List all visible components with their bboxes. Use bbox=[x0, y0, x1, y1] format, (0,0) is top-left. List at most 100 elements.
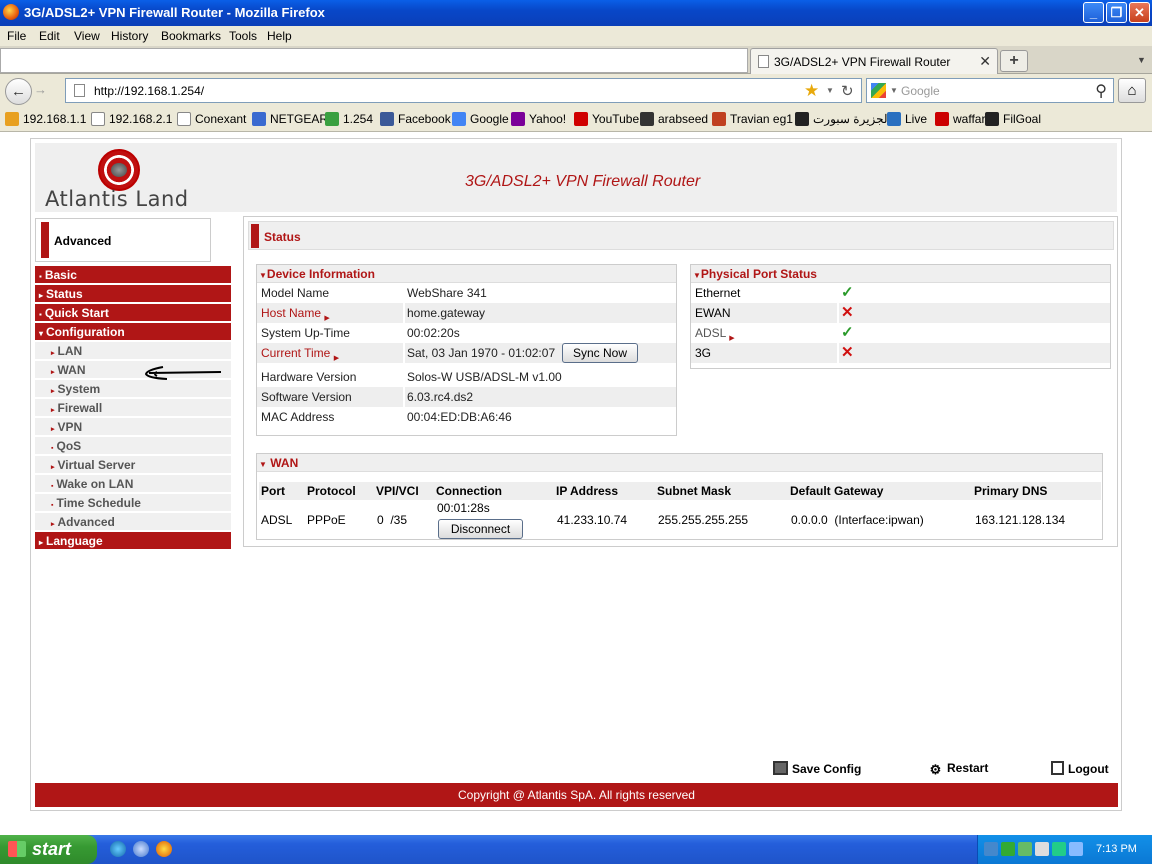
start-label[interactable]: start bbox=[32, 839, 71, 859]
bookmark-label[interactable]: 1.254 bbox=[343, 112, 373, 126]
start-button[interactable]: start bbox=[0, 835, 97, 864]
reload-icon[interactable]: ↻ bbox=[841, 82, 854, 100]
search-icon[interactable]: ⚲ bbox=[1095, 81, 1107, 101]
restart-label[interactable]: Restart bbox=[947, 761, 988, 775]
minimize-button[interactable]: _ bbox=[1083, 2, 1104, 23]
bookmark-label[interactable]: YouTube bbox=[592, 112, 639, 126]
forward-button[interactable]: → bbox=[34, 82, 47, 97]
bookmark-label[interactable]: Travian eg1 bbox=[730, 112, 793, 126]
bookmark-item[interactable]: waffar bbox=[935, 112, 985, 126]
sidebar-item-label[interactable]: Status bbox=[46, 287, 83, 301]
device-info-heading[interactable]: ▼Device Information bbox=[257, 265, 676, 283]
wan-heading[interactable]: ▼ WAN bbox=[257, 454, 1102, 472]
tray-icon[interactable] bbox=[1052, 842, 1066, 856]
sidebar-item-label[interactable]: LAN bbox=[58, 344, 83, 358]
port-status-heading[interactable]: ▼Physical Port Status bbox=[691, 265, 1110, 283]
sidebar-item-vpn[interactable]: ▸ VPN bbox=[35, 418, 231, 436]
url-bar[interactable]: http://192.168.1.254/ ★ ▼ ↻ bbox=[65, 78, 862, 103]
sidebar-item-configuration[interactable]: ▾ Configuration bbox=[35, 323, 231, 341]
media-icon[interactable] bbox=[133, 841, 149, 857]
ie-icon[interactable] bbox=[110, 841, 126, 857]
url-text[interactable]: http://192.168.1.254/ bbox=[94, 84, 204, 98]
bookmark-label[interactable]: الجزيرة سبورت bbox=[813, 112, 891, 126]
sidebar-item-virtual-server[interactable]: ▸ Virtual Server bbox=[35, 456, 231, 474]
sidebar-item-language[interactable]: ▸ Language bbox=[35, 532, 231, 550]
maximize-button[interactable]: ❐ bbox=[1106, 2, 1127, 23]
menu-tools[interactable]: Tools bbox=[229, 29, 257, 43]
bookmark-item[interactable]: الجزيرة سبورت bbox=[795, 112, 891, 126]
bookmark-label[interactable]: Google bbox=[470, 112, 509, 126]
sidebar-item-label[interactable]: Language bbox=[46, 534, 103, 548]
disconnect-button[interactable]: Disconnect bbox=[438, 519, 523, 539]
menu-bookmarks[interactable]: Bookmarks bbox=[161, 29, 221, 43]
sidebar-item-label[interactable]: Advanced bbox=[58, 515, 115, 529]
search-box[interactable]: ▼ Google ⚲ bbox=[866, 78, 1114, 103]
bookmark-item[interactable]: Live bbox=[887, 112, 927, 126]
bookmark-item[interactable]: Travian eg1 bbox=[712, 112, 793, 126]
bookmark-label[interactable]: waffar bbox=[953, 112, 985, 126]
current-time-link[interactable]: Current Time ▶ bbox=[261, 343, 339, 369]
bookmark-item[interactable]: 192.168.2.1 bbox=[91, 112, 172, 126]
menu-view[interactable]: View bbox=[74, 29, 100, 43]
restart-button[interactable]: ⚙ Restart bbox=[928, 761, 989, 777]
bookmark-item[interactable]: Yahoo! bbox=[511, 112, 566, 126]
sidebar-item-basic[interactable]: ▪ Basic bbox=[35, 266, 231, 284]
bookmark-label[interactable]: arabseed bbox=[658, 112, 708, 126]
back-button[interactable]: ← bbox=[5, 78, 32, 105]
sidebar-item-label[interactable]: System bbox=[58, 382, 101, 396]
bookmark-label[interactable]: Yahoo! bbox=[529, 112, 566, 126]
menu-help[interactable]: Help bbox=[267, 29, 292, 43]
bookmark-item[interactable]: Conexant bbox=[177, 112, 246, 126]
google-icon[interactable] bbox=[871, 83, 886, 98]
tab-router[interactable]: 3G/ADSL2+ VPN Firewall Router ✕ bbox=[750, 48, 998, 74]
save-config-label[interactable]: Save Config bbox=[792, 762, 861, 776]
bookmark-label[interactable]: Facebook bbox=[398, 112, 451, 126]
bookmark-item[interactable]: arabseed bbox=[640, 112, 708, 126]
tray-icon[interactable] bbox=[984, 842, 998, 856]
bookmark-item[interactable]: FilGoal bbox=[985, 112, 1041, 126]
bookmark-label[interactable]: Conexant bbox=[195, 112, 246, 126]
sidebar-item-wake-on-lan[interactable]: ▪ Wake on LAN bbox=[35, 475, 231, 493]
mode-box[interactable]: Advanced bbox=[35, 218, 211, 262]
sidebar-item-firewall[interactable]: ▸ Firewall bbox=[35, 399, 231, 417]
sidebar-item-label[interactable]: Configuration bbox=[46, 325, 125, 339]
sidebar-item-label[interactable]: Firewall bbox=[58, 401, 103, 415]
bookmark-item[interactable]: 1.254 bbox=[325, 112, 373, 126]
network-icon[interactable] bbox=[1018, 842, 1032, 856]
bookmark-label[interactable]: Live bbox=[905, 112, 927, 126]
logout-label[interactable]: Logout bbox=[1068, 762, 1109, 776]
save-config-button[interactable]: Save Config bbox=[773, 761, 861, 776]
bookmark-item[interactable]: NETGEAR bbox=[252, 112, 328, 126]
bookmark-item[interactable]: 192.168.1.1 bbox=[5, 112, 86, 126]
port-label[interactable]: ADSL bbox=[695, 326, 726, 340]
sidebar-item-label[interactable]: Basic bbox=[45, 268, 77, 282]
search-engine-dropdown-icon[interactable]: ▼ bbox=[890, 86, 898, 95]
sidebar-item-label[interactable]: Virtual Server bbox=[58, 458, 136, 472]
sidebar-item-qos[interactable]: ▪ QoS bbox=[35, 437, 231, 455]
home-button[interactable]: ⌂ bbox=[1118, 78, 1146, 103]
volume-icon[interactable] bbox=[1035, 842, 1049, 856]
bookmark-item[interactable]: Facebook bbox=[380, 112, 451, 126]
bookmark-item[interactable]: YouTube bbox=[574, 112, 639, 126]
new-tab-button[interactable]: + bbox=[1000, 50, 1028, 72]
menu-history[interactable]: History bbox=[111, 29, 148, 43]
tab-close-icon[interactable]: ✕ bbox=[979, 53, 991, 70]
sidebar-item-label[interactable]: WAN bbox=[58, 363, 86, 377]
logout-button[interactable]: Logout bbox=[1051, 761, 1109, 776]
tray-icon[interactable] bbox=[1001, 842, 1015, 856]
bookmark-label[interactable]: NETGEAR bbox=[270, 112, 328, 126]
firefox-taskbar-icon[interactable] bbox=[156, 841, 172, 857]
menu-edit[interactable]: Edit bbox=[39, 29, 60, 43]
current-time-label[interactable]: Current Time bbox=[261, 346, 330, 360]
sidebar-item-time-schedule[interactable]: ▪ Time Schedule bbox=[35, 494, 231, 512]
bookmark-label[interactable]: FilGoal bbox=[1003, 112, 1041, 126]
sidebar-item-status[interactable]: ▸ Status bbox=[35, 285, 231, 303]
tab-list-icon[interactable]: ▼ bbox=[1137, 55, 1146, 65]
sidebar-item-advanced[interactable]: ▸ Advanced bbox=[35, 513, 231, 531]
sidebar-item-label[interactable]: Time Schedule bbox=[56, 496, 140, 510]
sidebar-item-quick-start[interactable]: ▪ Quick Start bbox=[35, 304, 231, 322]
sidebar-item-label[interactable]: QoS bbox=[56, 439, 81, 453]
bookmark-label[interactable]: 192.168.1.1 bbox=[23, 112, 86, 126]
tray-icon[interactable] bbox=[1069, 842, 1083, 856]
menu-file[interactable]: File bbox=[7, 29, 26, 43]
